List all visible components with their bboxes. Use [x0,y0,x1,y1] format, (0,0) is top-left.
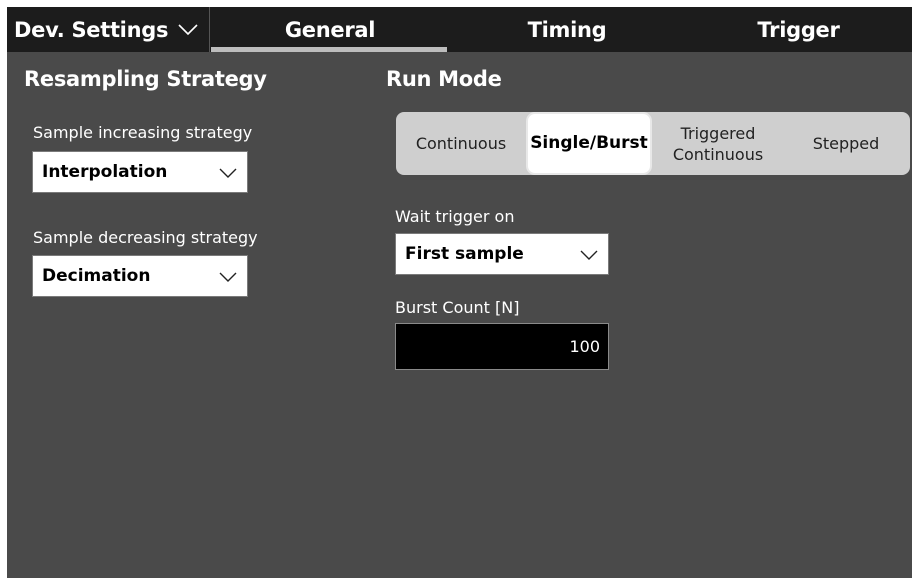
sample-decreasing-select[interactable]: Decimation [32,255,248,297]
run-mode-continuous[interactable]: Continuous [396,112,526,175]
dev-settings-dropdown[interactable]: Dev. Settings [7,7,210,52]
wait-trigger-select[interactable]: First sample [395,233,609,275]
sample-increasing-select[interactable]: Interpolation [32,151,248,193]
tab-trigger[interactable]: Trigger [685,7,912,52]
chevron-down-icon [178,21,198,40]
run-mode-title: Run Mode [386,67,502,91]
dev-settings-label: Dev. Settings [14,17,169,42]
burst-count-input[interactable]: 100 [395,323,609,370]
run-mode-stepped[interactable]: Stepped [782,112,910,175]
run-mode-selector: Continuous Single/Burst Triggered Contin… [396,112,910,175]
sample-increasing-value: Interpolation [42,162,168,182]
chevron-down-icon [580,245,598,264]
wait-trigger-value: First sample [405,244,524,264]
tab-timing[interactable]: Timing [449,7,685,52]
sample-decreasing-value: Decimation [42,266,151,286]
burst-count-label: Burst Count [N] [395,298,520,317]
run-mode-triggered-continuous[interactable]: Triggered Continuous [654,112,782,175]
sample-decreasing-label: Sample decreasing strategy [33,228,258,247]
selected-tab-indicator [211,47,447,52]
run-mode-single-burst[interactable]: Single/Burst [526,112,652,175]
chevron-down-icon [219,163,237,182]
run-mode-triggered-continuous-label: Triggered Continuous [672,123,764,164]
chevron-down-icon [219,267,237,286]
settings-panel: Dev. Settings General Timing Trigger Res… [7,7,912,578]
sample-increasing-label: Sample increasing strategy [33,123,253,142]
tab-general[interactable]: General [211,7,449,52]
top-bar: Dev. Settings General Timing Trigger [7,7,912,52]
wait-trigger-label: Wait trigger on [395,207,515,226]
resampling-strategy-title: Resampling Strategy [24,67,267,91]
